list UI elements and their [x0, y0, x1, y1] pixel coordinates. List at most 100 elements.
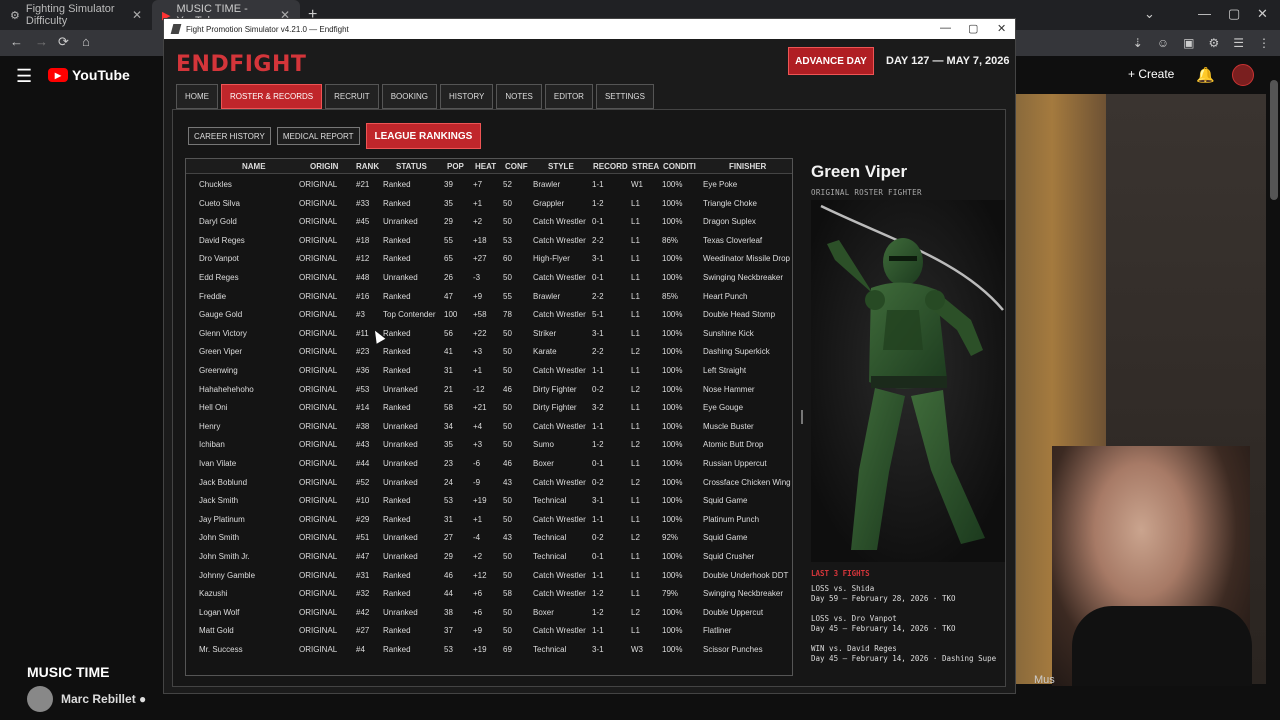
tab-editor[interactable]: EDITOR [544, 84, 593, 109]
table-row[interactable]: Greenwing ORIGINAL #36 Ranked 31 +1 50 Catch Wr… [186, 362, 792, 381]
forward-icon[interactable]: → [35, 34, 48, 49]
table-row[interactable]: Logan Wolf ORIGINAL #42 Unranked 38 +6 50 Boxer… [186, 604, 792, 623]
column-header-rank[interactable]: RANK [356, 162, 379, 171]
window-close-button[interactable]: ✕ [997, 22, 1006, 35]
home-icon[interactable]: ⌂ [82, 34, 90, 49]
column-header-conf[interactable]: CONF [505, 162, 528, 171]
column-header-origin[interactable]: ORIGIN [310, 162, 338, 171]
profile-icon[interactable]: ☺ [1157, 36, 1169, 50]
page-scrollbar[interactable] [1270, 60, 1278, 700]
kebab-menu-icon[interactable]: ⋮ [1258, 36, 1270, 50]
table-row[interactable]: Jay Platinum ORIGINAL #29 Ranked 31 +1 50 Catch… [186, 511, 792, 530]
cell-heat: +7 [473, 180, 483, 189]
cell-record: 1-1 [592, 626, 604, 636]
table-row[interactable]: Glenn Victory ORIGINAL #11 Ranked 56 +22 50 Str… [186, 325, 792, 344]
table-row[interactable]: Edd Reges ORIGINAL #48 Unranked 26 -3 50 Catch … [186, 269, 792, 288]
table-row[interactable]: David Reges ORIGINAL #18 Ranked 55 +18 53 Catch… [186, 232, 792, 251]
webcam-shirt [1072, 606, 1252, 686]
table-row[interactable]: Mr. Success ORIGINAL #4 Ranked 53 +19 69 Techni… [186, 641, 792, 660]
browser-tab-difficulty[interactable]: ⚙ Fighting Simulator Difficulty ✕ [0, 0, 152, 30]
table-scrollbar[interactable] [801, 410, 803, 424]
table-row[interactable]: Ivan Vilate ORIGINAL #44 Unranked 23 -6 46 Boxe… [186, 455, 792, 474]
cell-status: Unranked [383, 421, 418, 431]
cell-conf: 53 [503, 235, 512, 245]
tab-booking[interactable]: BOOKING [381, 84, 438, 109]
table-row[interactable]: Freddie ORIGINAL #16 Ranked 47 +9 55 Brawler 2-2… [186, 288, 792, 307]
column-header-name[interactable]: NAME [242, 162, 266, 171]
close-tab-icon[interactable]: ✕ [132, 8, 142, 22]
browser-close-button[interactable]: ✕ [1257, 6, 1268, 22]
career-history-button[interactable]: CAREER HISTORY [188, 127, 271, 145]
cell-status: Unranked [383, 552, 418, 561]
window-minimize-button[interactable]: — [940, 22, 951, 34]
table-row[interactable]: Kazushi ORIGINAL #32 Ranked 44 +6 58 Catch Wres… [186, 585, 792, 604]
extensions-icon[interactable]: ⚙ [1208, 36, 1219, 50]
table-row[interactable]: Johnny Gamble ORIGINAL #31 Ranked 46 +12 50 Cat… [186, 567, 792, 586]
scrollbar-thumb[interactable] [1270, 80, 1278, 200]
cell-rank: #51 [356, 533, 370, 543]
tab-history[interactable]: HISTORY [440, 84, 494, 109]
table-row[interactable]: Henry ORIGINAL #38 Unranked 34 +4 50 Catch Wres… [186, 418, 792, 437]
tab-home[interactable]: HOME [176, 84, 218, 109]
download-icon[interactable]: ⇣ [1133, 36, 1143, 50]
table-row[interactable]: Gauge Gold ORIGINAL #3 Top Contender 100 +58 7… [186, 306, 792, 325]
notification-bell-icon[interactable]: 🔔 [1196, 66, 1215, 84]
video-title: MUSIC TIME [27, 664, 110, 680]
chevron-down-icon[interactable]: ⌄ [1144, 6, 1155, 22]
cell-rank: #3 [356, 310, 365, 320]
column-header-style[interactable]: STYLE [548, 162, 574, 171]
column-header-status[interactable]: STATUS [396, 162, 427, 171]
table-row[interactable]: Jack Boblund ORIGINAL #52 Unranked 24 -9 43 Cat… [186, 474, 792, 493]
table-row[interactable]: Hahahehehoho ORIGINAL #53 Unranked 21 -12 46 Di… [186, 381, 792, 400]
cell-condition: 100% [662, 459, 683, 468]
cell-style: Catch Wrestler [533, 589, 586, 599]
column-header-condition[interactable]: CONDITI [663, 162, 696, 171]
tab-settings[interactable]: SETTINGS [595, 84, 654, 109]
cell-status: Ranked [383, 235, 411, 245]
league-rankings-button[interactable]: LEAGUE RANKINGS [365, 123, 482, 149]
reload-icon[interactable]: ⟳ [58, 34, 69, 50]
cell-pop: 46 [444, 570, 453, 580]
medical-report-button[interactable]: MEDICAL REPORT [276, 127, 360, 145]
column-header-streak[interactable]: STREA [632, 162, 659, 171]
youtube-logo[interactable]: ▶ YouTube [48, 67, 130, 83]
table-row[interactable]: Cueto Silva ORIGINAL #33 Ranked 35 +1 50 Grappl… [186, 195, 792, 214]
cell-name: Daryl Gold [199, 217, 237, 227]
tab-notes[interactable]: NOTES [496, 84, 542, 109]
table-row[interactable]: Jack Smith ORIGINAL #10 Ranked 53 +19 50 Techni… [186, 492, 792, 511]
column-header-heat[interactable]: HEAT [475, 162, 496, 171]
extension-badge-icon[interactable]: ▣ [1183, 36, 1194, 50]
table-row[interactable]: Hell Oni ORIGINAL #14 Ranked 58 +21 50 Dirty Fi… [186, 399, 792, 418]
cell-finisher: Squid Crusher [703, 552, 755, 561]
table-row[interactable]: John Smith Jr. ORIGINAL #47 Unranked 29 +2 50 T… [186, 548, 792, 567]
hamburger-menu-icon[interactable]: ☰ [16, 66, 32, 87]
column-header-pop[interactable]: POP [447, 162, 464, 171]
table-row[interactable]: John Smith ORIGINAL #51 Unranked 27 -4 43 Techn… [186, 529, 792, 548]
table-row[interactable]: Daryl Gold ORIGINAL #45 Unranked 29 +2 50 Catch… [186, 213, 792, 232]
browser-maximize-button[interactable]: ▢ [1228, 6, 1240, 22]
table-row[interactable]: Ichiban ORIGINAL #43 Unranked 35 +3 50 Sumo 1-2 L… [186, 436, 792, 455]
create-button[interactable]: + Create [1128, 67, 1174, 81]
column-header-finisher[interactable]: FINISHER [729, 162, 766, 171]
tab-recruit[interactable]: RECRUIT [325, 84, 379, 109]
table-row[interactable]: Green Viper ORIGINAL #23 Ranked 41 +3 50 Karate… [186, 343, 792, 362]
table-row[interactable]: Chuckles ORIGINAL #21 Ranked 39 +7 52 Brawler 1-… [186, 176, 792, 195]
table-row[interactable]: Dro Vanpot ORIGINAL #12 Ranked 65 +27 60 High-F… [186, 250, 792, 269]
channel-name[interactable]: Marc Rebillet ● [61, 692, 146, 706]
browser-minimize-button[interactable]: — [1198, 6, 1211, 21]
channel-avatar[interactable] [27, 686, 53, 712]
sidebar-icon[interactable]: ☰ [1233, 36, 1244, 50]
advance-day-button[interactable]: ADVANCE DAY [788, 47, 874, 75]
cell-conf: 52 [503, 180, 512, 189]
cell-style: Technical [533, 496, 567, 506]
user-avatar[interactable] [1232, 64, 1254, 86]
column-header-record[interactable]: RECORD [593, 162, 628, 171]
back-icon[interactable]: ← [10, 34, 23, 49]
channel-info[interactable]: Marc Rebillet ● [27, 686, 146, 712]
window-maximize-button[interactable]: ▢ [968, 22, 978, 35]
tab-roster-records[interactable]: ROSTER & RECORDS [221, 84, 323, 109]
cell-record: 1-1 [592, 366, 604, 375]
table-row[interactable]: Matt Gold ORIGINAL #27 Ranked 37 +9 50 Catch Wr… [186, 622, 792, 641]
cell-origin: ORIGINAL [299, 514, 338, 524]
cell-origin: ORIGINAL [299, 366, 338, 375]
